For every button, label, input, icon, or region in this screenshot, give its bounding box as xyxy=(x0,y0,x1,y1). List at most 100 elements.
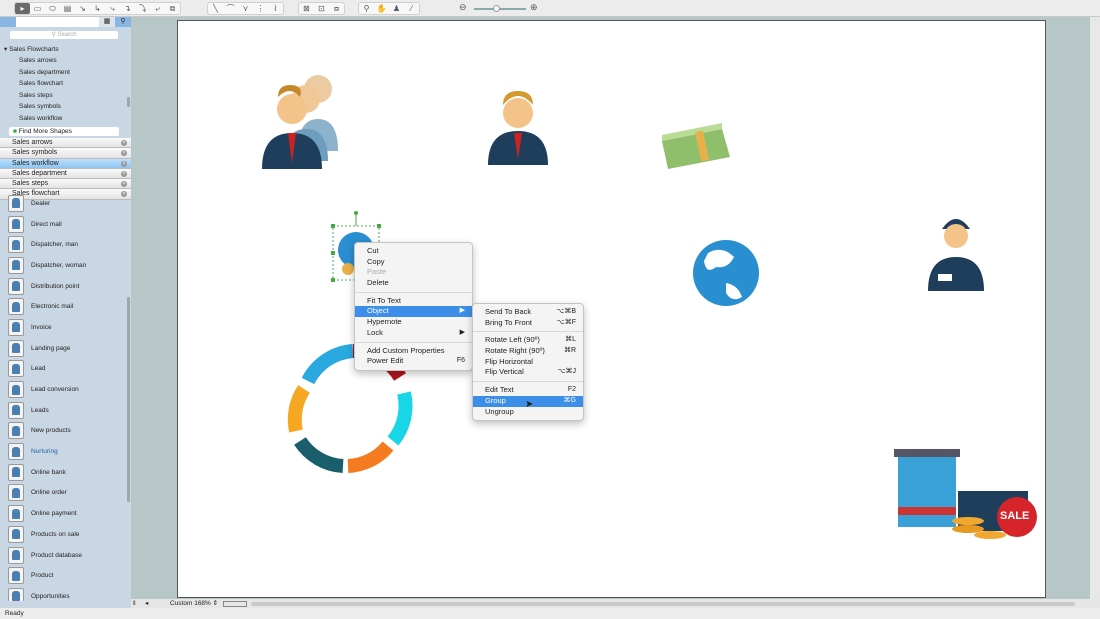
insert-image-icon[interactable]: ⧉ xyxy=(165,3,180,14)
connector-tool-icon[interactable]: ↘ xyxy=(75,3,90,14)
curve-connector-icon[interactable]: ↳ xyxy=(90,3,105,14)
smart-connector-icon[interactable]: ↴ xyxy=(120,3,135,14)
tree-scrollbar[interactable] xyxy=(127,97,130,107)
menu-item-fit-to-text[interactable]: Fit To Text xyxy=(355,296,472,307)
shape-item[interactable]: Product database xyxy=(0,545,126,566)
ellipse-tool-icon[interactable]: ⬭ xyxy=(45,3,60,14)
snap-icon[interactable]: ⊠ xyxy=(299,3,314,14)
shape-item[interactable]: New products xyxy=(0,421,126,442)
menu-item-hypernote[interactable]: Hypernote xyxy=(355,317,472,328)
menu-item-flip-vertical[interactable]: Flip Vertical ⌥⌘J xyxy=(473,367,583,378)
menu-item-edit-text[interactable]: Edit Text F2 xyxy=(473,385,583,396)
close-library-icon[interactable]: × xyxy=(121,170,127,177)
grid-view-icon[interactable]: ▦ xyxy=(99,17,115,27)
arrange-icon[interactable]: ⧈ xyxy=(329,3,344,14)
library-tab-icon[interactable] xyxy=(0,17,16,27)
shape-item[interactable]: Product xyxy=(0,565,126,586)
tree-item[interactable]: Sales symbols xyxy=(0,101,126,113)
zoom-slider[interactable] xyxy=(474,5,526,12)
zoom-in-icon[interactable]: ⊕ xyxy=(530,2,538,13)
businessman-shape[interactable] xyxy=(488,91,548,165)
shape-item[interactable]: Invoice xyxy=(0,317,126,338)
shape-item[interactable]: Distribution point xyxy=(0,276,126,297)
library-item[interactable]: Sales symbols × xyxy=(0,148,131,159)
canvas-area[interactable]: SALE xyxy=(131,17,1090,599)
close-library-icon[interactable]: × xyxy=(121,150,127,157)
round-connector-icon[interactable]: ⤵ xyxy=(135,3,150,14)
eyedropper-icon[interactable]: ⁄ xyxy=(404,3,419,14)
menu-item-rotate-right[interactable]: Rotate Right (90º) ⌘R xyxy=(473,346,583,357)
arc-tool-icon[interactable]: ⌒ xyxy=(223,3,238,14)
menu-item-power-edit[interactable]: Power Edit F6 xyxy=(355,356,472,367)
tree-header[interactable]: ▾ Sales Flowcharts xyxy=(0,44,126,55)
zoom-slider-knob[interactable] xyxy=(493,5,500,12)
vertical-scrollbar[interactable] xyxy=(1090,17,1100,599)
menu-item-flip-horizontal[interactable]: Flip Horizontal xyxy=(473,357,583,368)
tree-item[interactable]: Sales steps xyxy=(0,90,126,102)
globe-shape[interactable] xyxy=(693,240,759,306)
library-item-selected[interactable]: Sales workflow × xyxy=(0,158,131,169)
menu-item-copy[interactable]: Copy xyxy=(355,257,472,268)
menu-item-rotate-left[interactable]: Rotate Left (90º) ⌘L xyxy=(473,335,583,346)
zoom-tool-icon[interactable]: ⚲ xyxy=(359,3,374,14)
find-more-shapes-button[interactable]: ■ Find More Shapes xyxy=(9,127,119,136)
hand-tool-icon[interactable]: ✋ xyxy=(374,3,389,14)
menu-item-add-custom-properties[interactable]: Add Custom Properties xyxy=(355,346,472,357)
menu-item-paste[interactable]: Paste xyxy=(355,267,472,278)
shape-item[interactable]: Products on sale xyxy=(0,524,126,545)
tree-item[interactable]: Sales flowchart xyxy=(0,78,126,90)
shape-item[interactable]: Leads xyxy=(0,400,126,421)
freehand-tool-icon[interactable]: ⌇ xyxy=(268,3,283,14)
pointer-tool-icon[interactable]: ▸ xyxy=(15,3,30,14)
shape-item[interactable]: Nurturing xyxy=(0,441,126,462)
shape-item[interactable]: Direct mail xyxy=(0,214,126,235)
group-of-people-shape[interactable] xyxy=(262,75,338,169)
shape-item[interactable]: Lead xyxy=(0,359,126,380)
chain-connector-icon[interactable]: ⤶ xyxy=(150,3,165,14)
tree-item[interactable]: Sales workflow xyxy=(0,113,126,125)
shape-item[interactable]: Dispatcher, man xyxy=(0,234,126,255)
tree-item[interactable]: Sales department xyxy=(0,67,126,79)
shape-item[interactable]: Online order xyxy=(0,483,126,504)
library-item[interactable]: Sales department × xyxy=(0,168,131,180)
menu-item-lock[interactable]: Lock ▶ xyxy=(355,328,472,339)
shape-item[interactable]: Lead conversion xyxy=(0,379,126,400)
shape-item[interactable]: Dealer xyxy=(0,193,126,214)
tree-item[interactable]: Sales arrows xyxy=(0,55,126,67)
store-sale-shape[interactable] xyxy=(894,449,1037,539)
money-stack-shape[interactable] xyxy=(662,123,730,169)
shape-item[interactable]: Landing page xyxy=(0,338,126,359)
spline-tool-icon[interactable]: ⋮ xyxy=(253,3,268,14)
zoom-out-icon[interactable]: ⊖ xyxy=(459,2,467,13)
orthogonal-connector-icon[interactable]: ⤷ xyxy=(105,3,120,14)
shape-item[interactable]: Electronic mail xyxy=(0,296,126,317)
shape-item[interactable]: Online payment xyxy=(0,503,126,524)
delivery-man-shape[interactable] xyxy=(928,219,984,291)
menu-item-object[interactable]: Object ▶ xyxy=(355,306,472,318)
line-tool-icon[interactable]: ╲ xyxy=(208,3,223,14)
text-tool-icon[interactable]: ▤ xyxy=(60,3,75,14)
rectangle-tool-icon[interactable]: ▭ xyxy=(30,3,45,14)
close-library-icon[interactable]: × xyxy=(121,160,127,167)
align-icon[interactable]: ⊡ xyxy=(314,3,329,14)
library-item[interactable]: Sales steps × xyxy=(0,179,131,190)
menu-item-bring-to-front[interactable]: Bring To Front ⌥⌘F xyxy=(473,318,583,329)
search-tab-icon[interactable]: ⚲ xyxy=(115,17,131,27)
menu-item-cut[interactable]: Cut xyxy=(355,246,472,257)
page-view-buttons[interactable] xyxy=(223,601,247,607)
group-tools: ⊠ ⊡ ⧈ xyxy=(298,2,345,15)
horizontal-scrollbar[interactable] xyxy=(251,602,1075,606)
menu-item-send-to-back[interactable]: Send To Back ⌥⌘B xyxy=(473,307,583,318)
close-library-icon[interactable]: × xyxy=(121,181,127,188)
shape-list-scrollbar[interactable] xyxy=(127,297,130,502)
shape-item[interactable]: Online bank xyxy=(0,462,126,483)
shape-item[interactable]: Dispatcher, woman xyxy=(0,255,126,276)
menu-item-delete[interactable]: Delete xyxy=(355,278,472,289)
library-item[interactable]: Sales arrows × xyxy=(0,138,131,149)
polyline-tool-icon[interactable]: ⋎ xyxy=(238,3,253,14)
search-input[interactable]: ⚲ Search xyxy=(10,31,118,39)
diagram-page[interactable]: SALE xyxy=(177,20,1046,598)
close-library-icon[interactable]: × xyxy=(121,140,127,146)
stamp-tool-icon[interactable]: ♟ xyxy=(389,3,404,14)
shape-item[interactable]: Opportunities xyxy=(0,586,126,601)
